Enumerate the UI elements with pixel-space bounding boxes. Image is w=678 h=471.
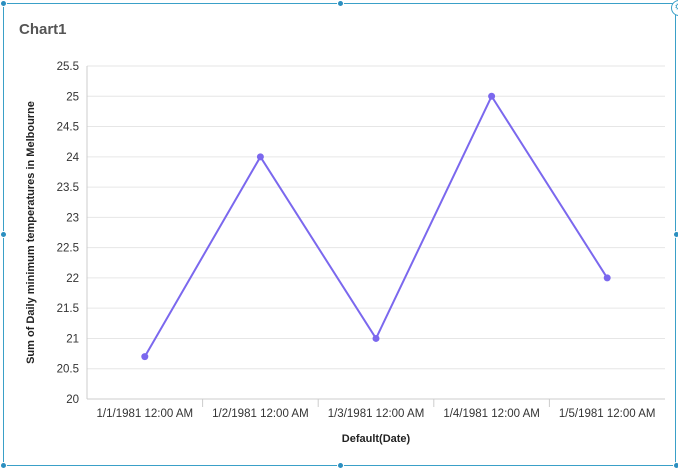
- data-point[interactable]: [488, 92, 496, 100]
- y-tick-label: 25: [66, 91, 79, 103]
- y-tick-label: 22.5: [57, 243, 79, 255]
- data-point[interactable]: [372, 334, 380, 342]
- series-points: [141, 92, 611, 361]
- y-tick-label: 22: [66, 273, 79, 285]
- x-axis-title: Default(Date): [342, 433, 411, 445]
- x-tick-label: 1/1/1981 12:00 AM: [97, 408, 194, 420]
- y-tick-label: 21.5: [57, 303, 79, 315]
- line-chart: 20 20.5 21 21.5 22 22.5 23 23.5 24 24.5 25 25.5 1/1…: [25, 61, 665, 445]
- data-point[interactable]: [141, 353, 149, 361]
- y-axis-title: Sum of Daily minimum temperatures in Mel…: [25, 101, 37, 364]
- y-tick-label: 20: [66, 394, 79, 406]
- x-tick-label: 1/5/1981 12:00 AM: [559, 408, 656, 420]
- y-tick-label: 25.5: [57, 61, 79, 73]
- x-tick-label: 1/3/1981 12:00 AM: [328, 408, 425, 420]
- y-tick-label: 23.5: [57, 182, 79, 194]
- y-tick-label: 24: [66, 152, 79, 164]
- x-tick-label: 1/2/1981 12:00 AM: [212, 408, 309, 420]
- data-point[interactable]: [256, 153, 264, 161]
- y-tick-label: 20.5: [57, 364, 79, 376]
- data-point[interactable]: [603, 274, 611, 282]
- y-tick-label: 23: [66, 212, 79, 224]
- y-axis-ticks: 20 20.5 21 21.5 22 22.5 23 23.5 24 24.5 25 25.5: [57, 61, 80, 406]
- x-tick-label: 1/4/1981 12:00 AM: [443, 408, 540, 420]
- series-line: [143, 94, 609, 358]
- y-tick-label: 24.5: [57, 122, 79, 134]
- y-tick-label: 21: [66, 333, 79, 345]
- x-axis-ticks: 1/1/1981 12:00 AM 1/2/1981 12:00 AM 1/3/19…: [97, 399, 656, 420]
